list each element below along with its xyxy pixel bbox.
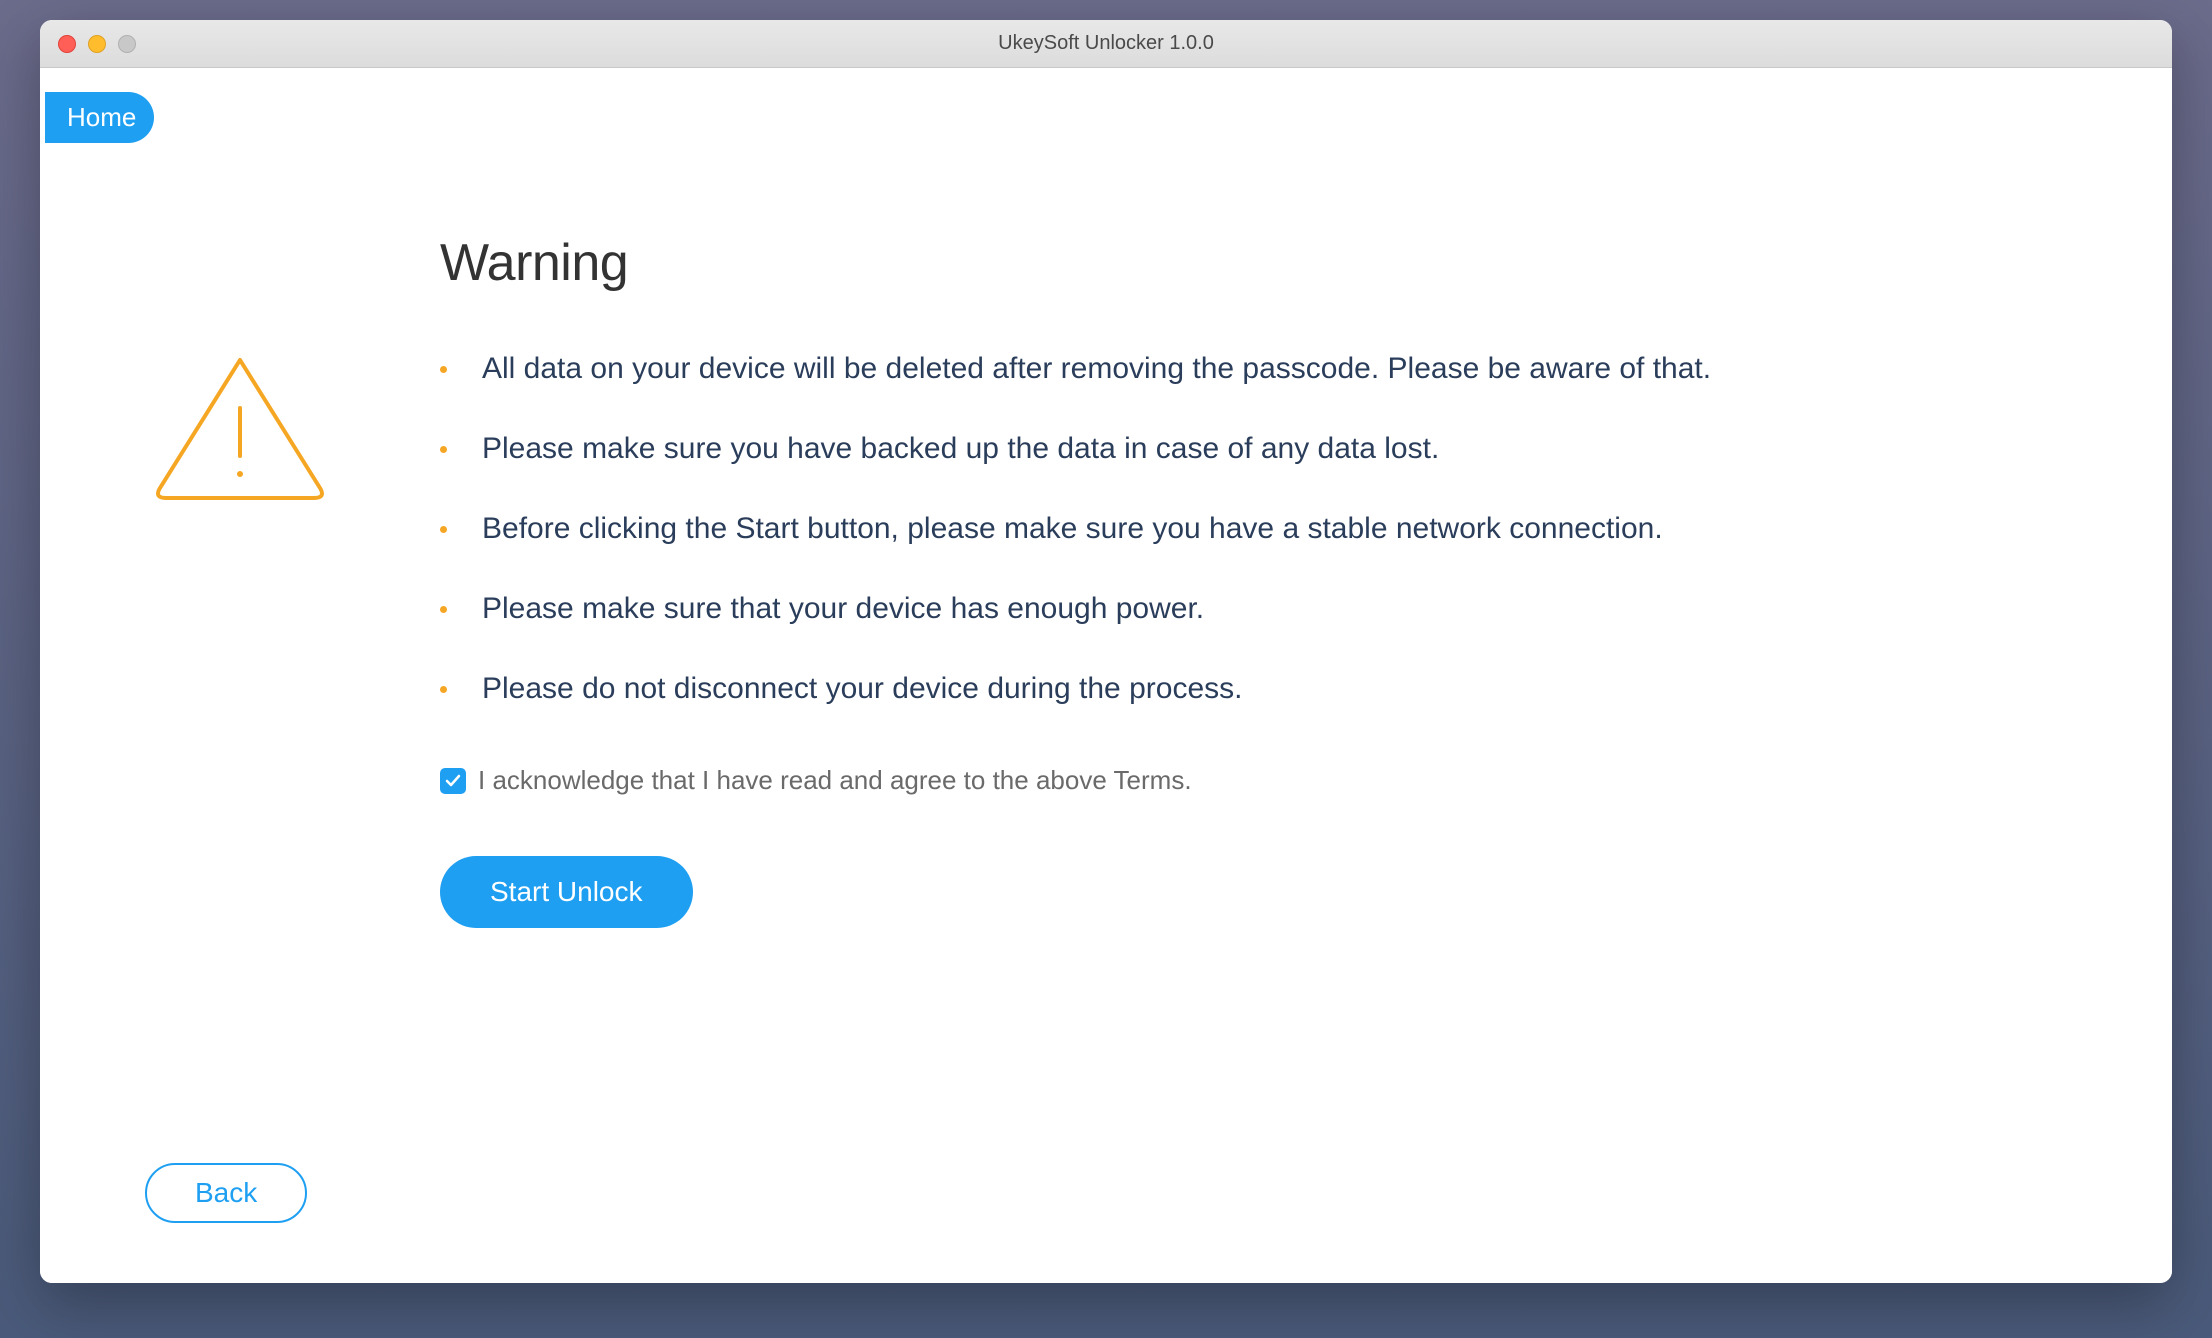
window-controls bbox=[58, 35, 136, 53]
warning-list: All data on your device will be deleted … bbox=[440, 348, 2172, 710]
minimize-window-icon[interactable] bbox=[88, 35, 106, 53]
check-icon bbox=[444, 772, 462, 790]
content-area: Home Warning All data on your device wil… bbox=[40, 68, 2172, 1283]
window-title: UkeySoft Unlocker 1.0.0 bbox=[40, 32, 2172, 55]
list-item: Please make sure that your device has en… bbox=[440, 588, 2172, 630]
titlebar: UkeySoft Unlocker 1.0.0 bbox=[40, 20, 2172, 68]
list-item: Before clicking the Start button, please… bbox=[440, 508, 2172, 550]
start-unlock-button[interactable]: Start Unlock bbox=[440, 856, 693, 928]
maximize-window-icon[interactable] bbox=[118, 35, 136, 53]
list-item: All data on your device will be deleted … bbox=[440, 348, 2172, 390]
close-window-icon[interactable] bbox=[58, 35, 76, 53]
back-button-label: Back bbox=[195, 1177, 257, 1208]
acknowledge-row: I acknowledge that I have read and agree… bbox=[440, 765, 2172, 796]
acknowledge-checkbox[interactable] bbox=[440, 768, 466, 794]
back-button[interactable]: Back bbox=[145, 1163, 307, 1223]
main-panel: Warning All data on your device will be … bbox=[40, 68, 2172, 928]
warning-icon bbox=[150, 348, 330, 513]
start-unlock-label: Start Unlock bbox=[490, 876, 643, 907]
list-item: Please make sure you have backed up the … bbox=[440, 428, 2172, 470]
acknowledge-label: I acknowledge that I have read and agree… bbox=[478, 765, 1192, 796]
page-heading: Warning bbox=[440, 233, 2172, 293]
list-item: Please do not disconnect your device dur… bbox=[440, 668, 2172, 710]
app-window: UkeySoft Unlocker 1.0.0 Home Warning All… bbox=[40, 20, 2172, 1283]
